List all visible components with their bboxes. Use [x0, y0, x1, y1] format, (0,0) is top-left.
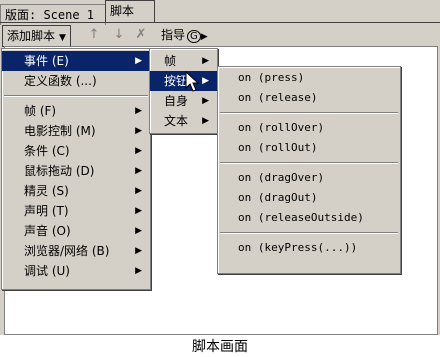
submenu-arrow-icon: ▶: [135, 266, 142, 276]
menu-item-label: 定义函数 (...): [24, 74, 97, 88]
submenu-item-frame[interactable]: 帧 ▶: [150, 51, 217, 71]
submenu-arrow-icon: ▶: [135, 126, 142, 136]
figure-caption: 脚本画面: [192, 339, 248, 355]
add-script-label: 添加脚本: [7, 29, 56, 43]
menu-item-on-rollout[interactable]: on (rollOut): [218, 138, 400, 158]
menu-item-label: 文本: [164, 114, 189, 128]
guide-label: 指导: [161, 28, 186, 42]
menu-item-label: 调试 (U): [24, 264, 70, 278]
menu-item-browser-network[interactable]: 浏览器/网络 (B) ▶: [2, 241, 150, 261]
submenu-arrow-icon: ▶: [202, 76, 209, 86]
menu-item-define-function[interactable]: 定义函数 (...): [2, 71, 150, 91]
menu-separator: [4, 95, 148, 97]
menu-item-label: 帧: [164, 54, 177, 68]
chevron-down-icon: ▼: [59, 33, 66, 43]
menu-item-label: 鼠标拖动 (D): [24, 164, 95, 178]
toolbar: 添加脚本 ▼ ↑ ↓ ✗ 指导 G ▶: [0, 24, 440, 47]
menu-item-label: 自身: [164, 94, 189, 108]
menu-item-label: 浏览器/网络 (B): [24, 244, 110, 258]
menu-item-on-keypress[interactable]: on (keyPress(...)): [218, 238, 400, 258]
tab-bar: 版面: Scene 1 脚本: [0, 0, 440, 25]
submenu-item-self[interactable]: 自身 ▶: [150, 91, 217, 111]
menu-item-label: 事件 (E): [24, 54, 69, 68]
add-script-button[interactable]: 添加脚本 ▼: [2, 25, 71, 47]
events-submenu: 帧 ▶ 按钮 ▶ 自身 ▶ 文本 ▶: [149, 48, 218, 134]
submenu-arrow-icon: ▶: [135, 166, 142, 176]
submenu-item-button[interactable]: 按钮 ▶: [150, 71, 217, 91]
menu-item-on-dragover[interactable]: on (dragOver): [218, 168, 400, 188]
submenu-item-text[interactable]: 文本 ▶: [150, 111, 217, 131]
menu-separator: [220, 162, 398, 164]
menu-item-label: 帧 (F): [24, 104, 57, 118]
menu-item-on-dragout[interactable]: on (dragOut): [218, 188, 400, 208]
menu-separator: [220, 232, 398, 234]
menu-item-on-press[interactable]: on (press): [218, 68, 400, 88]
submenu-arrow-icon: ▶: [135, 56, 142, 66]
menu-item-label: 声音 (O): [24, 224, 71, 238]
mouse-pointer-icon: [185, 71, 199, 92]
move-down-icon[interactable]: ↓: [111, 27, 127, 43]
menu-item-sound[interactable]: 声音 (O) ▶: [2, 221, 150, 241]
submenu-arrow-icon: ▶: [135, 226, 142, 236]
menu-item-on-release-outside[interactable]: on (releaseOutside): [218, 208, 400, 228]
submenu-arrow-icon: ▶: [202, 96, 209, 106]
guide-chevron-icon: ▶: [200, 32, 208, 42]
add-script-menu: 事件 (E) ▶ 定义函数 (...) 帧 (F) ▶ 电影控制 (M) ▶ 条…: [1, 48, 151, 290]
menu-item-label: 声明 (T): [24, 204, 69, 218]
menu-item-declare[interactable]: 声明 (T) ▶: [2, 201, 150, 221]
guide-button[interactable]: 指导 G ▶: [161, 27, 208, 45]
move-up-icon[interactable]: ↑: [86, 27, 102, 43]
menu-item-label: 条件 (C): [24, 144, 70, 158]
menu-item-mouse-drag[interactable]: 鼠标拖动 (D) ▶: [2, 161, 150, 181]
menu-item-frame[interactable]: 帧 (F) ▶: [2, 101, 150, 121]
menu-item-events[interactable]: 事件 (E) ▶: [2, 51, 150, 71]
button-events-submenu: on (press) on (release) on (rollOver) on…: [217, 66, 401, 274]
tab-divider: [0, 22, 440, 23]
submenu-arrow-icon: ▶: [202, 56, 209, 66]
tab-script[interactable]: 脚本: [105, 0, 155, 23]
menu-separator: [220, 112, 398, 114]
submenu-arrow-icon: ▶: [135, 206, 142, 216]
submenu-arrow-icon: ▶: [135, 246, 142, 256]
submenu-arrow-icon: ▶: [135, 106, 142, 116]
menu-item-conditions[interactable]: 条件 (C) ▶: [2, 141, 150, 161]
submenu-arrow-icon: ▶: [135, 186, 142, 196]
submenu-arrow-icon: ▶: [135, 146, 142, 156]
submenu-arrow-icon: ▶: [202, 116, 209, 126]
guide-key-icon: G: [187, 30, 201, 43]
menu-item-debug[interactable]: 调试 (U) ▶: [2, 261, 150, 281]
menu-item-label: 精灵 (S): [24, 184, 69, 198]
menu-item-on-rollover[interactable]: on (rollOver): [218, 118, 400, 138]
menu-item-sprite[interactable]: 精灵 (S) ▶: [2, 181, 150, 201]
menu-item-on-release[interactable]: on (release): [218, 88, 400, 108]
menu-item-movie-control[interactable]: 电影控制 (M) ▶: [2, 121, 150, 141]
delete-script-icon[interactable]: ✗: [133, 27, 149, 43]
menu-item-label: 电影控制 (M): [24, 124, 96, 138]
